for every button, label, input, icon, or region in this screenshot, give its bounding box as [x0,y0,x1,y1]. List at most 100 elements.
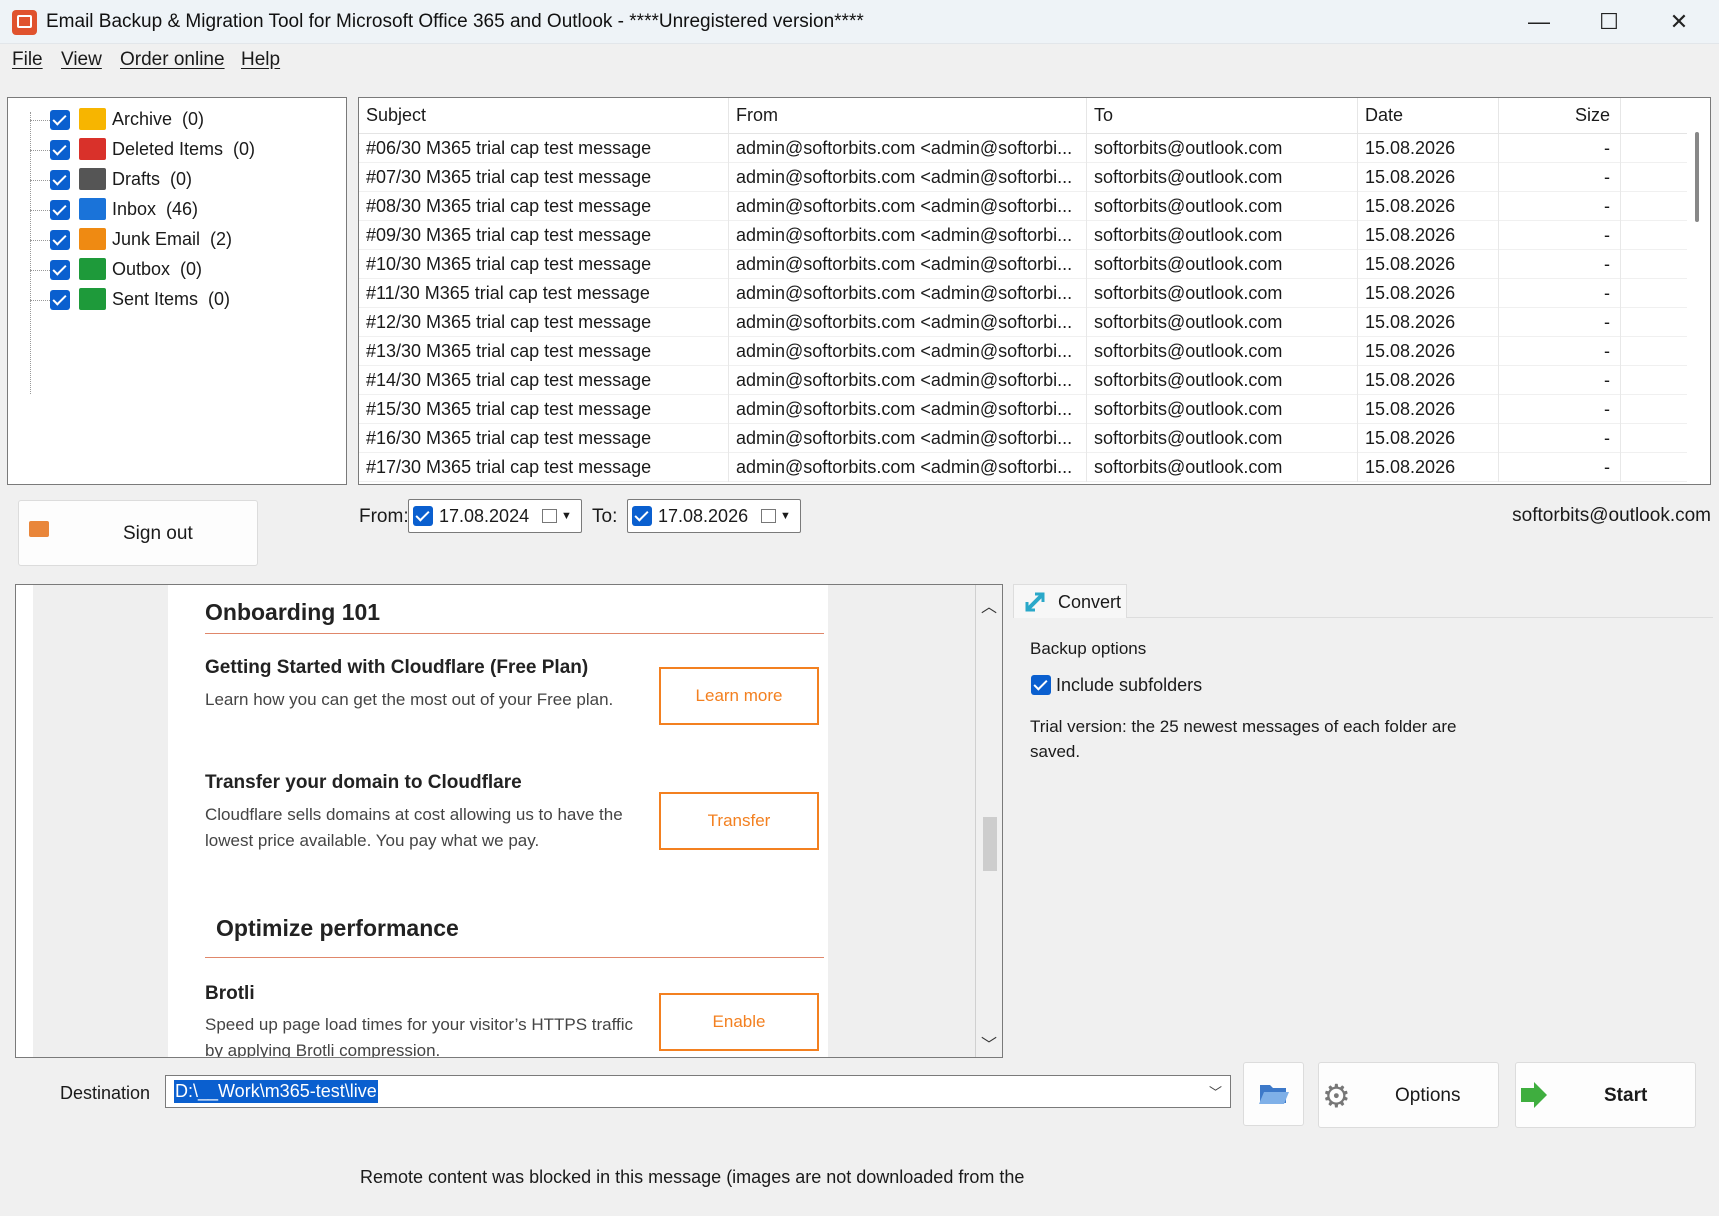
transfer-button[interactable]: Transfer [659,792,819,850]
preview-item-title: Getting Started with Cloudflare (Free Pl… [205,657,589,678]
start-arrow-icon [1521,1082,1547,1108]
cell-from: admin@softorbits.com <admin@softorbi... [729,366,1087,395]
from-date-picker[interactable]: 17.08.2024 ▼ [408,499,582,533]
folder-checkbox[interactable] [50,260,70,280]
folder-checkbox[interactable] [50,200,70,220]
cell-size: - [1499,337,1621,366]
learn-more-button[interactable]: Learn more [659,667,819,725]
folder-item[interactable]: Outbox (0) [8,255,346,285]
sign-out-label: Sign out [123,523,193,544]
menu-file[interactable]: File [12,49,43,71]
message-row[interactable]: #16/30 M365 trial cap test message admin@… [359,424,1689,453]
folder-checkbox[interactable] [50,230,70,250]
sign-out-icon [29,521,49,537]
menu-order-online[interactable]: Order online [120,49,225,71]
column-header-subject[interactable]: Subject [359,98,729,133]
status-message: Remote content was blocked in this messa… [360,1167,1025,1187]
cell-to: softorbits@outlook.com [1087,221,1358,250]
destination-combobox[interactable]: D:\__Work\m365-test\live ﹀ [165,1075,1231,1108]
message-row[interactable]: #12/30 M365 trial cap test message admin@… [359,308,1689,337]
folder-item[interactable]: Deleted Items (0) [8,135,346,165]
divider [205,633,824,634]
cell-subject: #10/30 M365 trial cap test message [359,250,729,279]
cell-size: - [1499,192,1621,221]
cell-to: softorbits@outlook.com [1087,308,1358,337]
to-date-picker[interactable]: 17.08.2026 ▼ [627,499,801,533]
message-row[interactable]: #09/30 M365 trial cap test message admin@… [359,221,1689,250]
folder-checkbox[interactable] [50,140,70,160]
folder-label: Junk Email (2) [112,229,233,249]
scroll-up-icon[interactable]: ︿ [981,593,997,617]
options-button[interactable]: ⚙ Options [1318,1062,1499,1128]
column-header-date[interactable]: Date [1358,98,1499,133]
column-header-to[interactable]: To [1087,98,1358,133]
folder-item[interactable]: Inbox (46) [8,195,346,225]
cell-to: softorbits@outlook.com [1087,250,1358,279]
to-label: To: [592,506,618,527]
browse-folder-button[interactable] [1243,1062,1304,1126]
cell-subject: #09/30 M365 trial cap test message [359,221,729,250]
folder-item[interactable]: Sent Items (0) [8,285,346,315]
menu-help[interactable]: Help [241,49,280,71]
include-subfolders-label[interactable]: Include subfolders [1056,675,1202,696]
tree-connector [30,240,52,241]
message-row[interactable]: #07/30 M365 trial cap test message admin@… [359,163,1689,192]
message-row[interactable]: #14/30 M365 trial cap test message admin@… [359,366,1689,395]
preview-scrollbar[interactable]: ︿ ﹀ [975,585,1002,1057]
include-subfolders-checkbox[interactable] [1031,675,1051,695]
options-label: Options [1395,1085,1461,1106]
folder-checkbox[interactable] [50,110,70,130]
cell-from: admin@softorbits.com <admin@softorbi... [729,424,1087,453]
cell-from: admin@softorbits.com <admin@softorbi... [729,221,1087,250]
folder-item[interactable]: Junk Email (2) [8,225,346,255]
from-date-checkbox[interactable] [413,506,433,526]
tree-connector [30,120,52,121]
menu-bar: File View Order online Help [0,44,1719,76]
preview-heading-onboarding: Onboarding 101 [205,599,381,625]
sign-out-button[interactable]: Sign out [18,500,258,566]
column-header-from[interactable]: From [729,98,1087,133]
message-row[interactable]: #10/30 M365 trial cap test message admin@… [359,250,1689,279]
cell-to: softorbits@outlook.com [1087,163,1358,192]
message-row[interactable]: #11/30 M365 trial cap test message admin@… [359,279,1689,308]
folder-item[interactable]: Drafts (0) [8,165,346,195]
preview-item-desc: lowest price available. You pay what we … [205,831,540,850]
message-row[interactable]: #13/30 M365 trial cap test message admin@… [359,337,1689,366]
enable-button[interactable]: Enable [659,993,819,1051]
tab-convert[interactable]: Convert [1013,584,1127,618]
cell-to: softorbits@outlook.com [1087,192,1358,221]
message-list-scrollbar[interactable] [1687,98,1709,484]
maximize-button[interactable]: ☐ [1574,0,1644,44]
menu-view[interactable]: View [61,49,102,71]
folder-item[interactable]: Archive (0) [8,105,346,135]
message-row[interactable]: #17/30 M365 trial cap test message admin@… [359,453,1689,482]
chevron-down-icon[interactable]: ﹀ [1209,1082,1222,1101]
tree-connector [30,210,52,211]
folder-label: Outbox (0) [112,259,203,279]
preview-scroll-thumb[interactable] [983,817,997,871]
message-row[interactable]: #08/30 M365 trial cap test message admin@… [359,192,1689,221]
to-date-checkbox[interactable] [632,506,652,526]
cell-subject: #14/30 M365 trial cap test message [359,366,729,395]
preview-item-title: Brotli [205,983,255,1004]
cell-size: - [1499,163,1621,192]
cell-date: 15.08.2026 [1358,308,1499,337]
destination-label: Destination [60,1083,151,1103]
folder-label: Archive (0) [112,109,205,129]
cell-subject: #06/30 M365 trial cap test message [359,134,729,163]
message-row[interactable]: #06/30 M365 trial cap test message admin@… [359,134,1689,163]
minimize-button[interactable]: — [1504,0,1574,44]
destination-value[interactable]: D:\__Work\m365-test\live [174,1080,378,1103]
cell-date: 15.08.2026 [1358,453,1499,482]
app-icon [12,10,37,35]
scroll-down-icon[interactable]: ﹀ [981,1031,997,1055]
folder-label: Deleted Items (0) [112,139,256,159]
cell-to: softorbits@outlook.com [1087,134,1358,163]
folder-checkbox[interactable] [50,290,70,310]
cell-to: softorbits@outlook.com [1087,337,1358,366]
message-row[interactable]: #15/30 M365 trial cap test message admin@… [359,395,1689,424]
start-button[interactable]: Start [1515,1062,1696,1128]
column-header-size[interactable]: Size [1499,98,1621,133]
close-button[interactable]: ✕ [1644,0,1714,44]
folder-checkbox[interactable] [50,170,70,190]
